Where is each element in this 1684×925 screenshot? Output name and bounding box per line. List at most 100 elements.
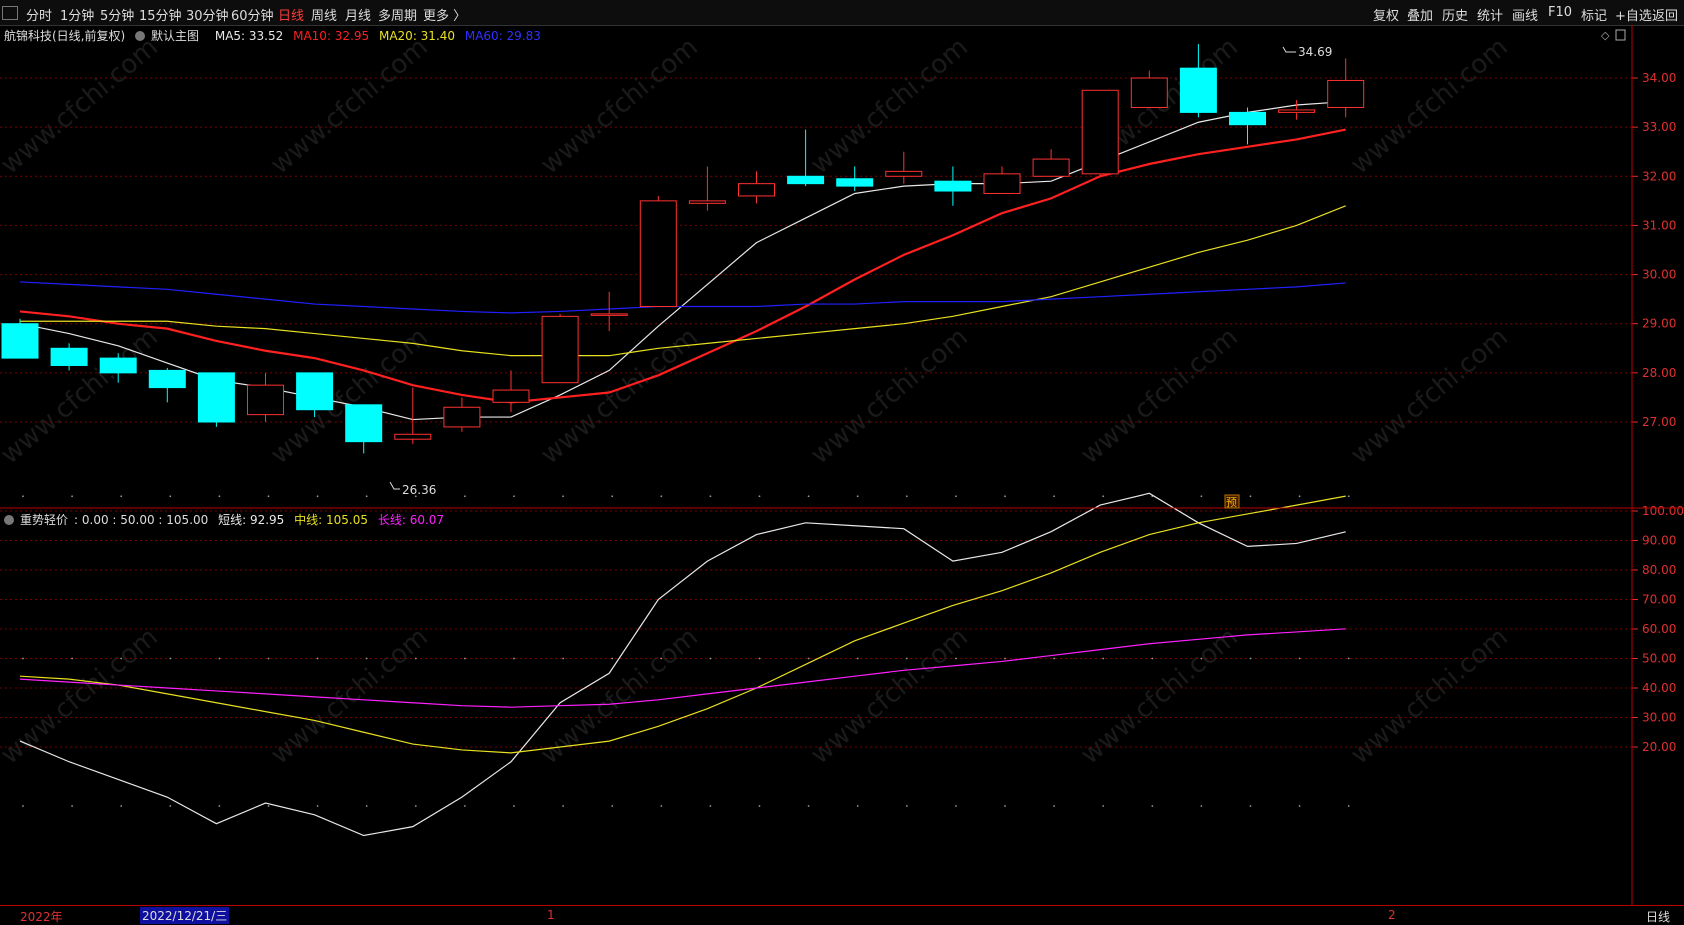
ma5-value: MA5: 33.52 [214,29,284,43]
candle [1327,58,1365,118]
period-label[interactable]: 日线 [1646,908,1670,925]
reference-dot-level-50 [464,657,466,660]
more-menu[interactable]: 更多 〉 [423,5,466,24]
history-button[interactable]: 历史 [1442,5,1468,24]
candle-body-up [394,433,432,440]
reference-dot-level-0 [169,805,172,807]
candle [197,372,235,427]
ma60-value: MA60: 29.83 [464,29,541,43]
toolbar: 分时 1分钟 5分钟 15分钟 30分钟 60分钟 日线 周线 月线 多周期 更… [0,0,1684,26]
reference-dot-level-105 [22,495,24,498]
candle-body-up [1327,79,1365,108]
candle-body-up [443,406,481,428]
indicator-tick-label: 20.00 [1642,740,1676,754]
price-tick-label: 30.00 [1642,268,1676,282]
month-mark-1: 1 [547,908,555,922]
reference-dot-level-105 [1102,495,1105,498]
adjust-button[interactable]: 复权 [1373,5,1399,24]
low-annotation: 26.36 [389,481,436,497]
reference-dot-level-105 [218,495,221,498]
reference-dot-level-50 [1298,657,1301,660]
period-tab-5min[interactable]: 5分钟 [100,5,134,24]
reference-dot-level-50 [1347,657,1350,660]
period-tab-multi[interactable]: 多周期 [378,5,417,24]
candle [738,171,775,204]
candle [688,166,726,211]
template-dropdown-icon[interactable] [135,31,146,41]
candle-body-down [50,347,88,366]
high-price-label: 34.69 [1298,45,1332,59]
draw-button[interactable]: 画线 [1512,5,1538,24]
stats-button[interactable]: 统计 [1477,5,1503,24]
price-tick-label: 34.00 [1642,71,1676,85]
reference-dot-level-105 [267,495,270,498]
watermark-text: www.cfchi.com [805,322,974,470]
price-tick-label: 28.00 [1642,366,1676,380]
period-tab-daily[interactable]: 日线 [278,5,304,24]
reference-dot-level-50 [807,657,810,660]
back-button[interactable]: 返回 [1652,5,1678,24]
reference-dot-level-105 [1200,495,1203,498]
f10-button[interactable]: F10 [1548,5,1572,20]
watermark-text: www.cfchi.com [805,622,974,770]
reference-dot-level-50 [856,657,859,660]
period-tab-weekly[interactable]: 周线 [311,5,337,24]
candle-body-up [688,200,726,204]
watermark-text: www.cfchi.com [0,32,164,180]
reference-dot-level-0 [611,805,614,807]
reference-dot-level-105 [905,495,908,498]
period-tab-1min[interactable]: 1分钟 [60,5,94,24]
reference-dot-level-50 [513,657,515,660]
candle-body-up [639,200,677,308]
reference-dot-level-105 [562,495,564,498]
diamond-icon[interactable]: ◇ [1601,29,1610,42]
candle-body-down [345,404,383,443]
period-tab-15min[interactable]: 15分钟 [139,5,182,24]
reference-dot-level-0 [807,805,810,807]
reference-dot-level-0 [1200,805,1203,807]
candle-body-down [934,180,972,192]
period-tab-fenshi[interactable]: 分时 [26,5,52,24]
candle [639,195,677,308]
reference-dot-level-105 [1347,495,1350,498]
time-axis-bar: 2022年 2022/12/21/三 1 2 日线 [0,905,1684,924]
candle [345,404,383,454]
year-label: 2022年 [20,910,63,924]
window-icon[interactable] [1615,29,1626,41]
indicator-dropdown-icon[interactable] [4,515,14,525]
period-tab-monthly[interactable]: 月线 [345,5,371,24]
period-tab-60min[interactable]: 60分钟 [231,5,274,24]
candle-body-up [885,170,923,177]
reference-dot-level-0 [22,805,24,807]
candle [247,372,284,422]
candle-body-down [1,323,39,359]
candle-body-down [197,372,235,423]
candle [885,151,923,184]
reference-dot-level-50 [611,657,614,660]
mid-line-value: 中线: 105.05 [294,513,369,527]
reference-dot-level-50 [1102,657,1105,660]
reference-dot-level-0 [464,805,466,807]
candle [1081,89,1119,177]
period-tab-30min[interactable]: 30分钟 [186,5,229,24]
reference-dot-level-50 [1151,657,1154,660]
price-tick-label: 33.00 [1642,120,1676,134]
reference-dot-level-105 [856,495,859,498]
add-favorite-button[interactable]: +自选 [1615,5,1652,24]
reference-dot-level-0 [1249,805,1252,807]
reference-dot-level-0 [414,805,417,807]
reference-dot-level-50 [905,657,908,660]
candle [836,166,874,192]
candle [983,166,1021,194]
overlay-button[interactable]: 叠加 [1407,5,1433,24]
sub-chart-legend: 重势轻价: 0.00 : 50.00 : 105.00 短线: 92.95 中线… [4,511,450,528]
indicator-title[interactable]: 重势轻价 [20,513,68,527]
indicator-tick-label: 30.00 [1642,711,1676,725]
panel-toggle-icon[interactable] [2,6,18,20]
long-line-value: 长线: 60.07 [377,513,445,527]
template-selector[interactable]: 默认主图 [135,29,205,43]
chart-canvas[interactable]: www.cfchi.com www.cfchi.com www.cfchi.com w… [0,25,1684,905]
reference-dot-level-0 [660,805,663,807]
mark-button[interactable]: 标记 [1581,5,1607,24]
candle-body-down [1229,111,1266,126]
